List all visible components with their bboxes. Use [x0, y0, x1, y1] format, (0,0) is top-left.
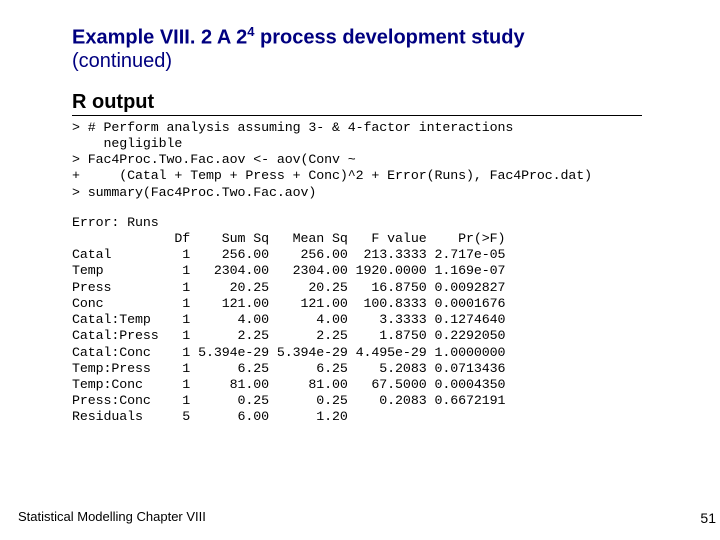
- title-prefix: Example VIII. 2 A 2: [72, 27, 247, 49]
- title-continued: (continued): [72, 50, 640, 73]
- r-input-block: > # Perform analysis assuming 3- & 4-fac…: [72, 120, 640, 201]
- footer-text: Statistical Modelling Chapter VIII: [18, 509, 206, 524]
- section-heading: R output: [72, 91, 642, 116]
- slide-title: Example VIII. 2 A 24 process development…: [72, 24, 640, 50]
- title-suffix: process development study: [255, 27, 525, 49]
- spacer: [72, 201, 640, 215]
- page-number: 51: [700, 510, 716, 526]
- r-output-block: Error: Runs Df Sum Sq Mean Sq F value Pr…: [72, 215, 640, 426]
- title-superscript: 4: [247, 24, 254, 39]
- slide-content: Example VIII. 2 A 24 process development…: [0, 0, 640, 426]
